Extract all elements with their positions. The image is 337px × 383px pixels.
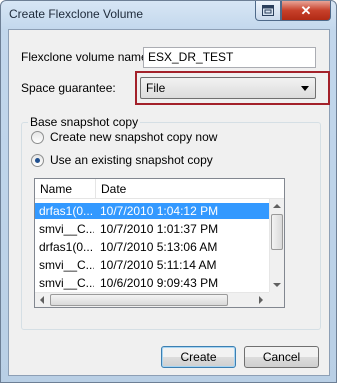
snapshot-date: 10/7/2010 1:01:37 PM [100,222,219,236]
volume-name-label: Flexclone volume name: [21,50,152,64]
scrollbar-corner [269,292,284,307]
snapshot-name: smvi__C... [39,258,94,272]
snapshot-date: 10/7/2010 5:11:14 AM [100,258,217,272]
radio-create-new-label[interactable]: Create new snapshot copy now [50,130,217,144]
snapshot-name: drfas1(0... [39,204,94,218]
horizontal-scrollbar[interactable] [35,292,269,307]
snapshot-date: 10/7/2010 1:04:12 PM [100,204,219,218]
volume-name-input[interactable]: ESX_DR_TEST [143,47,316,68]
dialog-window: Create Flexclone Volume ✕ Flexclone volu… [0,0,337,383]
dropdown-arrow-icon [301,86,309,91]
snapshot-date: 10/7/2010 5:13:06 AM [100,240,218,254]
list-item[interactable]: smvi__C... 10/7/2010 1:01:37 PM [35,221,269,237]
snapshot-name: smvi__C... [39,276,94,290]
list-item[interactable]: drfas1(0... 10/7/2010 5:13:06 AM [35,239,269,255]
snapshot-date: 10/6/2010 9:09:43 PM [100,276,219,290]
scroll-right-arrow-icon[interactable] [259,296,263,304]
group-title: Base snapshot copy [28,115,141,129]
scroll-down-arrow-icon[interactable] [273,283,281,287]
cancel-button[interactable]: Cancel [244,346,319,368]
space-guarantee-select[interactable]: File [140,77,316,99]
scroll-left-arrow-icon[interactable] [40,296,44,304]
help-button[interactable] [255,1,281,21]
list-item[interactable]: smvi__C... 10/7/2010 5:11:14 AM [35,257,269,273]
dialog-content: Flexclone volume name: ESX_DR_TEST Space… [8,29,330,376]
close-button[interactable]: ✕ [281,1,331,21]
close-icon: ✕ [300,2,312,18]
window-title: Create Flexclone Volume [9,7,144,21]
scroll-up-arrow-icon[interactable] [273,204,281,208]
radio-use-existing[interactable] [31,154,44,167]
help-icon [262,5,274,16]
space-guarantee-label: Space guarantee: [21,81,116,95]
vertical-scrollbar[interactable] [269,199,284,293]
title-bar[interactable]: Create Flexclone Volume ✕ [1,1,336,29]
list-item[interactable]: smvi__C... 10/6/2010 9:09:43 PM [35,275,269,291]
radio-use-existing-label[interactable]: Use an existing snapshot copy [50,153,213,167]
column-header-name[interactable]: Name [35,179,95,199]
column-header-date[interactable]: Date [96,179,284,199]
snapshot-name: drfas1(0... [39,240,94,254]
vertical-scroll-thumb[interactable] [271,214,283,250]
list-item[interactable]: drfas1(0... 10/7/2010 1:04:12 PM [35,203,269,219]
space-guarantee-value: File [146,81,166,95]
snapshot-list[interactable]: Name Date drfas1(0... 10/7/2010 1:04:12 … [34,178,285,308]
create-button[interactable]: Create [161,346,236,368]
radio-create-new[interactable] [31,131,44,144]
snapshot-name: smvi__C... [39,222,94,236]
horizontal-scroll-thumb[interactable] [50,294,228,306]
list-header: Name Date [35,179,284,199]
